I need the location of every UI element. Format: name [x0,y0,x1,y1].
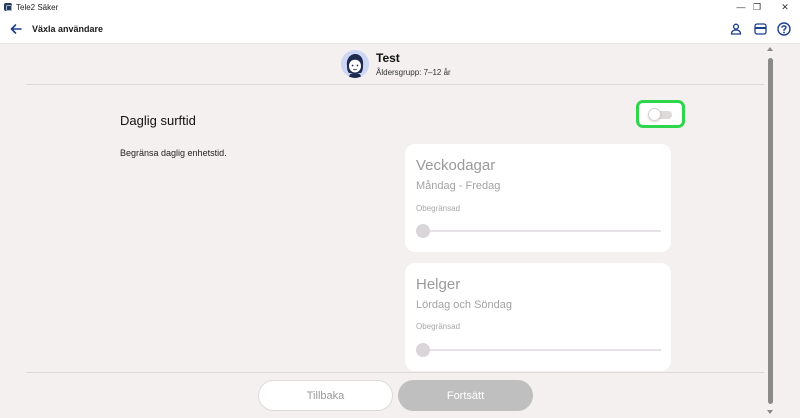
card-title: Veckodagar [416,157,496,174]
card-icon [753,23,767,35]
arrow-left-icon [10,23,22,34]
account-button[interactable] [727,20,745,38]
weekdays-slider-track[interactable] [421,230,661,232]
daily-time-toggle[interactable] [648,108,672,121]
profile-age-group: Åldersgrupp: 7–12 år [376,68,451,77]
section-title: Daglig surftid [120,113,196,128]
section-description: Begränsa daglig enhetstid. [120,148,227,158]
maximize-button[interactable]: ❐ [742,0,772,14]
close-window-button[interactable]: ✕ [770,0,800,14]
card-limit-value: Obegränsad [416,322,461,331]
scroll-up-arrow-icon[interactable] [767,47,773,51]
child-avatar-icon [341,50,369,78]
scroll-thumb[interactable] [768,58,773,404]
toggle-knob [648,108,661,121]
window-titlebar: Tele2 Säker — ❐ ✕ [0,0,800,14]
app-logo-icon [4,3,12,11]
subscription-button[interactable] [751,20,769,38]
help-icon [777,22,791,36]
card-subtitle: Lördag och Söndag [416,299,513,311]
weekend-card: Helger Lördag och Söndag Obegränsad [405,263,671,371]
back-arrow-button[interactable] [6,19,26,39]
profile-name: Test [376,51,400,65]
window-title: Tele2 Säker [16,2,59,12]
app-header: Växla användare [0,14,800,44]
back-button[interactable]: Tillbaka [258,380,393,411]
weekdays-card: Veckodagar Måndag - Fredag Obegränsad [405,144,671,252]
card-subtitle: Måndag - Fredag [416,180,501,192]
weekend-slider-track[interactable] [421,349,661,351]
card-title: Helger [416,276,461,293]
footer-bar [26,372,764,418]
profile-header: Test Åldersgrupp: 7–12 år [26,44,764,85]
avatar [341,50,369,78]
continue-button[interactable]: Fortsätt [398,380,533,411]
scroll-down-arrow-icon[interactable] [767,410,773,414]
help-button[interactable] [775,20,793,38]
weekdays-slider-thumb[interactable] [416,224,430,238]
vertical-scrollbar[interactable] [765,44,776,418]
weekend-slider-thumb[interactable] [416,343,430,357]
daily-time-toggle-highlight [636,100,685,128]
page-title: Växla användare [32,23,104,34]
card-limit-value: Obegränsad [416,204,461,213]
person-icon [730,23,742,35]
